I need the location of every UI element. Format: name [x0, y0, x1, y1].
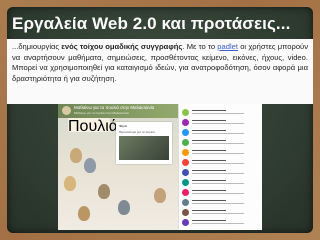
row-label-line [192, 179, 226, 182]
avatar [62, 106, 71, 115]
row-label-line [192, 109, 226, 112]
wall-post-pill[interactable]: Πουλιά [68, 118, 118, 135]
row-sublabel-line [192, 113, 244, 115]
row-label-line [192, 159, 226, 162]
row-sublabel-line [192, 213, 244, 215]
row-sublabel-line [192, 153, 244, 155]
row-icon [182, 219, 189, 226]
row-icon [182, 129, 189, 136]
bird-illustration [70, 148, 82, 163]
body-text-part2: . Με το το [182, 42, 218, 51]
row-icon [182, 199, 189, 206]
padlet-header-subtitle: Μαθαίνω για τα πουλιά στην Μαλαισιανία [74, 111, 129, 115]
panel-row[interactable] [182, 158, 260, 167]
row-sublabel-line [192, 183, 244, 185]
row-sublabel-line [192, 223, 244, 225]
panel-row[interactable] [182, 108, 260, 117]
row-label-line [192, 219, 226, 222]
row-icon [182, 179, 189, 186]
padlet-link[interactable]: padlet [217, 42, 238, 51]
panel-row[interactable] [182, 218, 260, 227]
row-icon [182, 149, 189, 156]
panel-row[interactable] [182, 188, 260, 197]
bird-illustration [154, 188, 166, 203]
bird-illustration [84, 158, 96, 173]
row-label-line [192, 169, 226, 172]
body-text-part1: ...δημιουργίας [12, 42, 62, 51]
panel-row[interactable] [182, 118, 260, 127]
row-sublabel-line [192, 133, 244, 135]
bird-illustration [118, 200, 130, 215]
panel-row[interactable] [182, 148, 260, 157]
panel-row[interactable] [182, 138, 260, 147]
row-icon [182, 189, 189, 196]
row-icon [182, 169, 189, 176]
panel-row[interactable] [182, 128, 260, 137]
row-label-line [192, 209, 226, 212]
panel-row[interactable] [182, 168, 260, 177]
row-label-line [192, 149, 226, 152]
padlet-screenshot: Μαθαίνω για τα πουλιά στην Μαλαισιανία Μ… [58, 104, 262, 230]
row-sublabel-line [192, 173, 244, 175]
row-label-line [192, 139, 226, 142]
wall-post-image [119, 136, 169, 160]
wall-post-text: Περισσότερα για τα πουλιά [119, 130, 155, 134]
row-icon [182, 119, 189, 126]
row-sublabel-line [192, 143, 244, 145]
row-label-line [192, 199, 226, 202]
wall-post-title: Ψηλά [119, 124, 127, 128]
padlet-header-title: Μαθαίνω για τα πουλιά στην Μαλαισιανία [74, 105, 155, 110]
row-label-line [192, 189, 226, 192]
row-label-line [192, 129, 226, 132]
wall-post-pill-text: Πουλιά [68, 118, 119, 135]
row-icon [182, 109, 189, 116]
share-panel [178, 104, 262, 230]
bird-illustration [78, 206, 90, 221]
body-text-bold: ενός τοίχου ομαδικής συγγραφής [61, 42, 183, 51]
row-sublabel-line [192, 163, 244, 165]
row-sublabel-line [192, 123, 244, 125]
bird-illustration [98, 184, 110, 199]
row-icon [182, 159, 189, 166]
row-icon [182, 209, 189, 216]
row-sublabel-line [192, 193, 244, 195]
wall-post-card[interactable]: Ψηλά Περισσότερα για τα πουλιά [116, 122, 172, 164]
row-icon [182, 139, 189, 146]
bird-illustration [64, 176, 76, 191]
row-label-line [192, 119, 226, 122]
panel-row[interactable] [182, 208, 260, 217]
row-sublabel-line [192, 203, 244, 205]
panel-row[interactable] [182, 198, 260, 207]
slide-title: Εργαλεία Web 2.0 και προτάσεις... [12, 14, 291, 33]
slide-body-text: ...δημιουργίας ενός τοίχου ομαδικής συγγ… [7, 39, 313, 104]
panel-row[interactable] [182, 178, 260, 187]
